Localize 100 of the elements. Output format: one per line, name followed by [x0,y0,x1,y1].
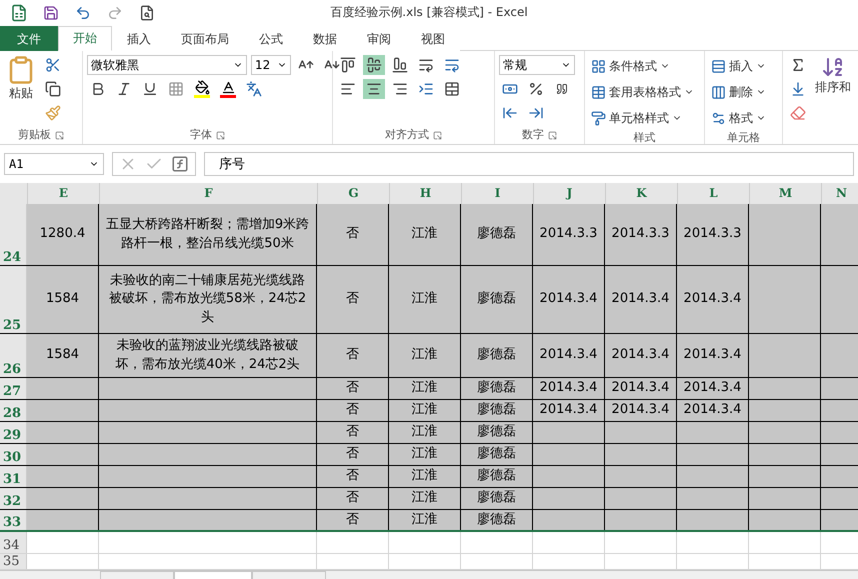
table-cell: 1280.4 [27,204,99,265]
number-format-field[interactable]: 常规 [499,55,575,75]
group-label: 对齐方式 [385,127,429,143]
table-cell: 2014.3.4 [533,334,605,377]
window-title: 百度经验示例.xls [兼容模式] - Excel [329,4,529,21]
table-cell: 五显大桥跨路杆断裂；需增加9米跨路杆一根，整治吊线光缆50米 [99,204,317,265]
table-cell: 廖德磊 [461,444,533,465]
formula-field[interactable]: 序号 [204,152,854,176]
table-cell: 廖德磊 [461,466,533,487]
dialog-launcher-icon[interactable] [433,130,442,140]
rows-icon [711,58,726,74]
table-cell: 2014.3.4 [533,266,605,333]
table-cell: 否 [317,422,389,443]
table-cell: 江淮 [389,266,461,333]
row-header[interactable]: 27 [0,378,27,399]
table-cell: 江淮 [389,444,461,465]
table-cell: 否 [317,204,389,265]
table-cell: 江淮 [389,334,461,377]
table-cell: 廖德磊 [461,204,533,265]
table-cell: 2014.3.4 [605,400,677,421]
dialog-launcher-icon[interactable] [216,130,225,140]
table-cell: 江淮 [389,204,461,265]
font-name-field[interactable]: 微软雅黑 [87,55,247,75]
table-cell: 2014.3.4 [605,378,677,399]
styles-menu-button[interactable]: 套用表格格式 [589,81,696,103]
styles-menu-button[interactable]: 条件格式 [589,55,672,77]
table-cell: 廖德磊 [461,510,533,530]
table-cell: 江淮 [389,422,461,443]
sort-filter-button[interactable]: 排序和 [813,55,853,144]
font-size-field[interactable]: 12 [251,55,291,75]
table-cell: 2014.3.4 [677,400,749,421]
group-label: 字体 [190,127,212,143]
grid-icon [591,58,606,74]
row-header[interactable]: 28 [0,400,27,421]
row-header[interactable]: 34 [0,532,27,553]
table-cell: 2014.3.4 [677,334,749,377]
table-cell: 2014.3.4 [533,400,605,421]
table-cell: 否 [317,510,389,530]
table-cell: 2014.3.3 [605,204,677,265]
table-cell: 江淮 [389,510,461,530]
table-cell: 否 [317,400,389,421]
group-label: 单元格 [726,130,761,144]
table-cell: 1584 [27,334,99,377]
columns-icon [711,84,726,100]
fill-color-icon[interactable] [191,80,213,98]
cells-menu-button[interactable]: 删除 [709,81,768,103]
table-cell: 江淮 [389,488,461,509]
group-label: 样式 [632,130,656,144]
table-cell: 2014.3.4 [605,334,677,377]
table-cell: 2014.3.4 [533,378,605,399]
row-header[interactable]: 25 [0,266,27,333]
font-color-icon[interactable] [217,80,239,98]
row-header[interactable]: 24 [0,204,27,265]
cells-menu-button[interactable]: 插入 [709,55,768,77]
row-header[interactable]: 26 [0,334,27,377]
paste-button[interactable]: 粘贴 [4,55,38,126]
table-cell: 2014.3.4 [605,266,677,333]
ribbon-tab[interactable]: 开始 [58,26,112,51]
table-cell: 廖德磊 [461,400,533,421]
table-cell: 否 [317,444,389,465]
sort-icon [821,55,845,79]
row-header[interactable]: 33 [0,510,27,530]
table-cell: 未验收的蓝翔波业光缆线路被破坏，需布放光缆40米，24芯2头 [99,334,317,377]
table-cell: 否 [317,334,389,377]
group-label: 数字 [522,127,544,143]
table-cell: 否 [317,466,389,487]
table-cell: 江淮 [389,466,461,487]
group-label: 剪贴板 [18,127,51,143]
file-tab[interactable]: 文件 [0,26,58,51]
name-box[interactable]: A1 [4,153,104,175]
row-header[interactable]: 32 [0,488,27,509]
row-header[interactable]: 30 [0,444,27,465]
dialog-launcher-icon[interactable] [548,130,557,140]
row-header[interactable]: 29 [0,422,27,443]
table-cell: 未验收的南二十铺康居苑光缆线路被破坏，需布放光缆58米，24芯2头 [99,266,317,333]
settings-icon [711,110,726,126]
table-cell: 廖德磊 [461,266,533,333]
cells-menu-button[interactable]: 格式 [709,107,768,129]
dialog-launcher-icon[interactable] [55,130,64,140]
table-cell: 江淮 [389,400,461,421]
align-icon[interactable] [363,79,385,99]
row-header[interactable]: 35 [0,554,27,569]
table-cell: 廖德磊 [461,488,533,509]
table-cell: 否 [317,378,389,399]
table-cell: 2014.3.4 [677,378,749,399]
table-cell: 2014.3.4 [677,266,749,333]
table-cell: 否 [317,266,389,333]
row-header[interactable]: 31 [0,466,27,487]
table-cell: 江淮 [389,378,461,399]
align-icon[interactable] [363,55,385,75]
table-cell: 廖德磊 [461,334,533,377]
styles-menu-button[interactable]: 单元格样式 [589,107,684,129]
table-cell: 廖德磊 [461,378,533,399]
table-cell: 廖德磊 [461,422,533,443]
table-cell: 2014.3.3 [533,204,605,265]
table-cell: 1584 [27,266,99,333]
insert-function-icon[interactable] [171,155,189,173]
table-icon [591,84,606,100]
paint-roller-icon [591,110,606,126]
table-cell: 否 [317,488,389,509]
